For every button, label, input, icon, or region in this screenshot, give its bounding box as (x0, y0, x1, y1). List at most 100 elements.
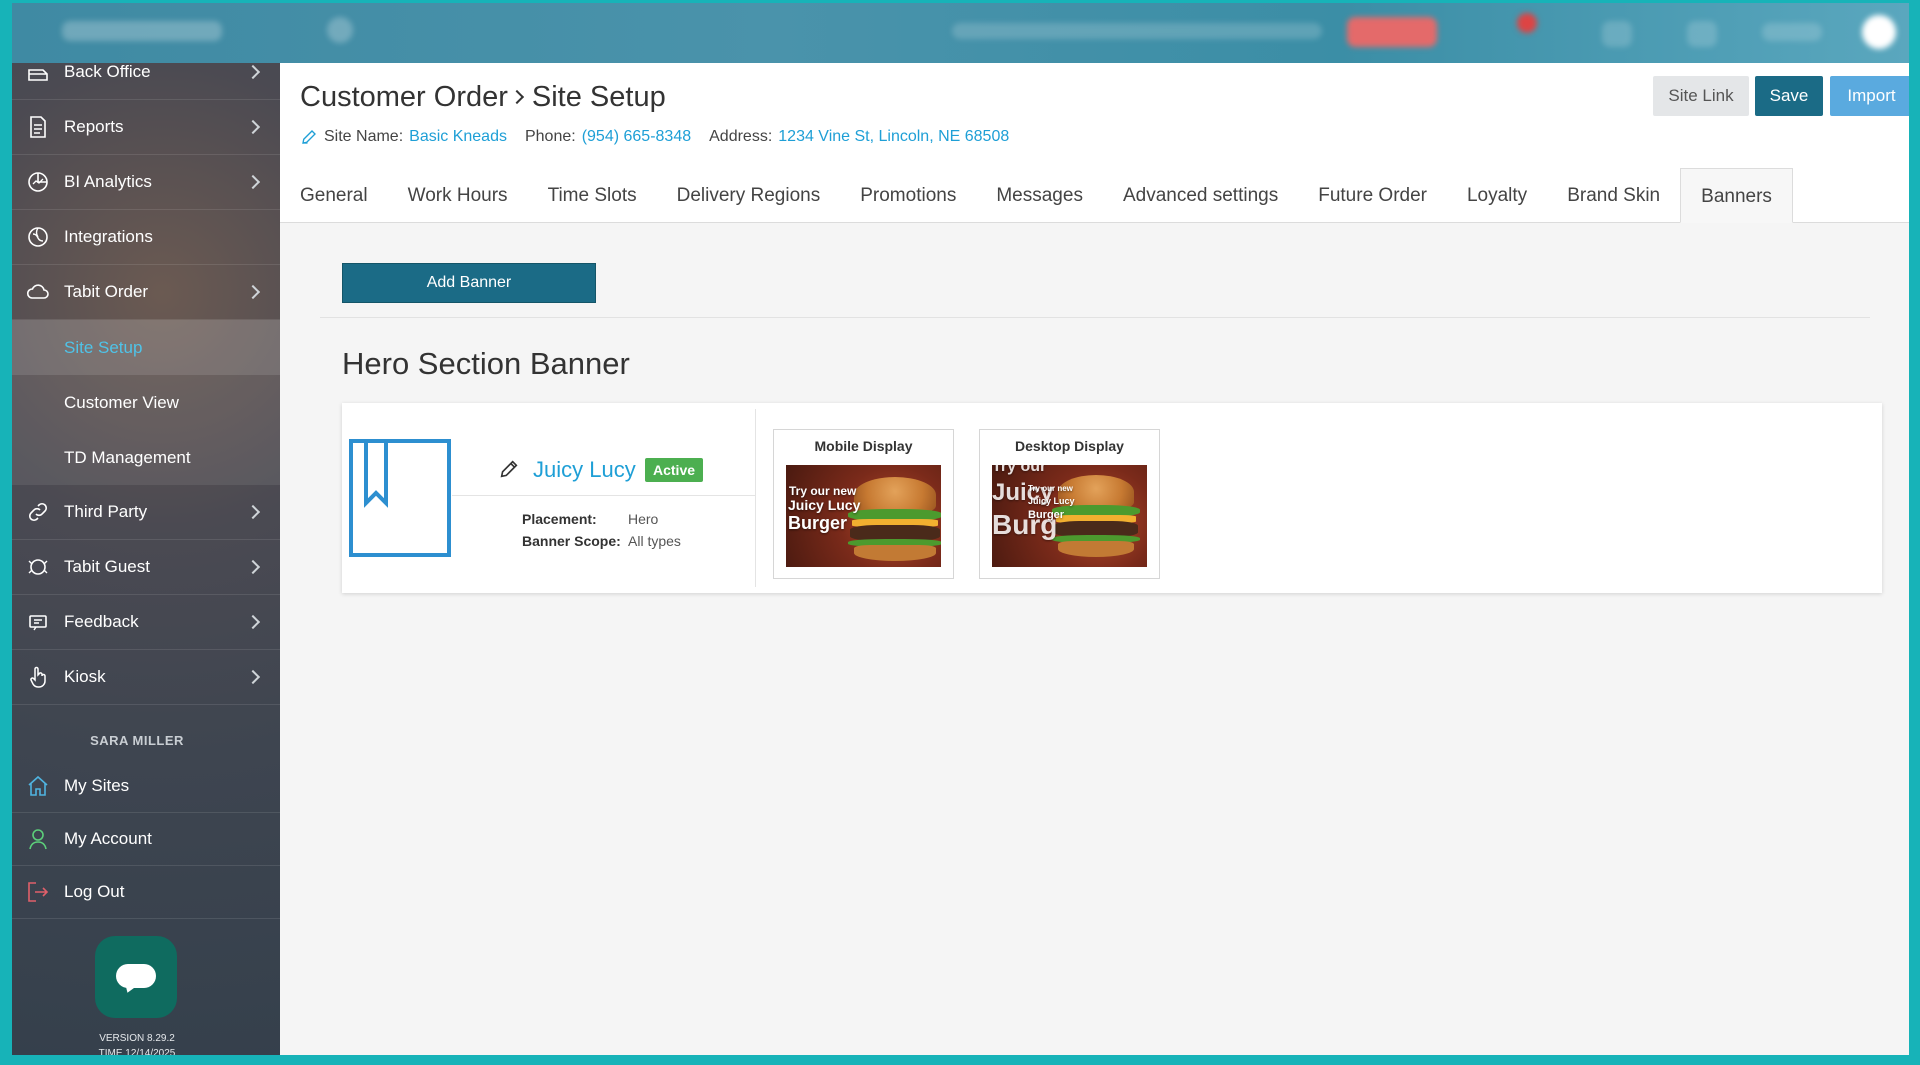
status-badge: Active (645, 458, 704, 482)
page-title: Customer Order Site Setup (300, 81, 666, 114)
cloud-icon (26, 284, 49, 299)
address-value[interactable]: 1234 Vine St, Lincoln, NE 68508 (778, 128, 1009, 146)
site-name-value[interactable]: Basic Kneads (409, 128, 507, 146)
sidebar-item-label: My Account (64, 829, 152, 848)
sidebar-item-my-account[interactable]: My Account (12, 813, 280, 866)
sidebar-item-my-sites[interactable]: My Sites (12, 760, 280, 813)
desktop-banner-image: Try our Juicy Burg Try our new Juicy Luc… (992, 465, 1147, 567)
sidebar-item-reports[interactable]: Reports (12, 100, 280, 155)
sidebar-item-third-party[interactable]: Third Party (12, 485, 280, 540)
back-office-icon (28, 69, 48, 81)
desktop-display-label: Desktop Display (1015, 438, 1124, 454)
integrations-icon (28, 227, 48, 247)
blurred-toolbar-icon[interactable] (1687, 21, 1717, 47)
divider (755, 409, 756, 587)
tab-brand-skin[interactable]: Brand Skin (1547, 168, 1680, 223)
pencil-icon[interactable] (498, 458, 520, 480)
phone-value[interactable]: (954) 665-8348 (582, 128, 691, 146)
mobile-banner-image: Try our new Juicy Lucy Burger (786, 465, 941, 567)
home-icon (28, 775, 48, 796)
tab-work-hours[interactable]: Work Hours (388, 168, 528, 223)
tab-banners[interactable]: Banners (1680, 168, 1793, 223)
version-label: VERSION 8.29.2 (99, 1033, 175, 1044)
sidebar-item-feedback[interactable]: Feedback (12, 595, 280, 650)
tab-promotions[interactable]: Promotions (840, 168, 976, 223)
banner-scope-value: All types (628, 533, 681, 549)
site-info: Site Name: Basic Kneads Phone: (954) 665… (300, 128, 1027, 146)
sidebar-item-tabit-guest[interactable]: Tabit Guest (12, 540, 280, 595)
document-icon (30, 116, 46, 138)
save-button[interactable]: Save (1755, 76, 1823, 116)
chevron-right-icon (245, 559, 261, 575)
feedback-icon (29, 615, 47, 631)
breadcrumb-parent[interactable]: Customer Order (300, 81, 508, 113)
sidebar-item-tabit-order[interactable]: Tabit Order (12, 265, 280, 320)
tab-general[interactable]: General (280, 168, 388, 223)
pie-chart-icon (28, 172, 48, 192)
tab-loyalty[interactable]: Loyalty (1447, 168, 1547, 223)
desktop-display-preview[interactable]: Desktop Display Try our Juicy Burg Try o… (979, 429, 1160, 579)
chevron-right-icon (245, 669, 261, 685)
pencil-icon[interactable] (300, 128, 318, 146)
breadcrumb-current: Site Setup (531, 81, 666, 113)
time-label: TIME 12/14/2025 (98, 1048, 176, 1055)
blurred-alert-button[interactable] (1347, 17, 1437, 47)
mobile-display-preview[interactable]: Mobile Display Try our new Juicy Lucy Bu… (773, 429, 954, 579)
sidebar-item-customer-view[interactable]: Customer View (12, 375, 280, 430)
sidebar-item-td-management[interactable]: TD Management (12, 430, 280, 485)
sidebar-item-label: BI Analytics (64, 172, 152, 191)
divider (452, 495, 755, 496)
sidebar-item-log-out[interactable]: Log Out (12, 866, 280, 919)
placement-label: Placement: (522, 511, 597, 527)
sidebar-item-label: Reports (64, 117, 124, 136)
banner-text: Try our new (789, 484, 857, 498)
tab-messages[interactable]: Messages (976, 168, 1103, 223)
burger-bun-bottom (1058, 541, 1134, 557)
sidebar-item-integrations[interactable]: Integrations (12, 210, 280, 265)
sidebar-item-label: Kiosk (64, 667, 106, 686)
chevron-right-icon (245, 119, 261, 135)
section-title: Hero Section Banner (342, 346, 630, 381)
sidebar-item-label: TD Management (64, 447, 191, 467)
sidebar-item-back-office[interactable]: Back Office (12, 45, 280, 100)
banner-scope-label: Banner Scope: (522, 533, 621, 549)
sidebar-item-label: Feedback (64, 612, 139, 631)
site-name-label: Site Name: (324, 128, 404, 145)
blurred-menu-icon[interactable] (327, 17, 353, 43)
tab-future-order[interactable]: Future Order (1298, 168, 1447, 223)
burger-bun-top (854, 477, 936, 513)
link-icon (28, 502, 48, 522)
tab-advanced-settings[interactable]: Advanced settings (1103, 168, 1298, 223)
top-bar (12, 3, 1909, 63)
banner-name[interactable]: Juicy Lucy (533, 457, 636, 483)
banner-text-small: Try our new (1028, 484, 1073, 493)
chevron-right-icon (245, 504, 261, 520)
banner-text-small: Juicy Lucy (1028, 496, 1075, 506)
sidebar-item-bi-analytics[interactable]: BI Analytics (12, 155, 280, 210)
divider (320, 317, 1870, 318)
sidebar: Back Office Reports BI Analytics Integra… (12, 62, 280, 1055)
import-button[interactable]: Import (1830, 76, 1909, 116)
blurred-toolbar-icon[interactable] (1602, 21, 1632, 47)
tab-time-slots[interactable]: Time Slots (528, 168, 657, 223)
chat-button[interactable] (95, 936, 177, 1018)
sidebar-item-label: Site Setup (64, 337, 143, 357)
blurred-language-selector[interactable] (1762, 23, 1822, 41)
blurred-logo (62, 21, 222, 41)
sidebar-item-label: Tabit Order (64, 282, 149, 301)
tab-delivery-regions[interactable]: Delivery Regions (657, 168, 841, 223)
mobile-display-label: Mobile Display (814, 438, 913, 454)
placement-value: Hero (628, 511, 659, 527)
site-link-button[interactable]: Site Link (1653, 76, 1749, 116)
sidebar-item-kiosk[interactable]: Kiosk (12, 650, 280, 705)
sidebar-item-site-setup[interactable]: Site Setup (12, 320, 280, 375)
blurred-notification-icon[interactable] (1517, 13, 1537, 33)
banner-text-small: Burger (1028, 509, 1065, 521)
chevron-right-icon (245, 64, 261, 80)
blurred-site-selector[interactable] (952, 23, 1322, 39)
logout-icon (28, 882, 49, 902)
version-info: VERSION 8.29.2 TIME 12/14/2025 (12, 1031, 262, 1055)
blurred-avatar[interactable] (1862, 15, 1896, 49)
address-label: Address: (709, 128, 773, 145)
add-banner-button[interactable]: Add Banner (342, 263, 596, 303)
